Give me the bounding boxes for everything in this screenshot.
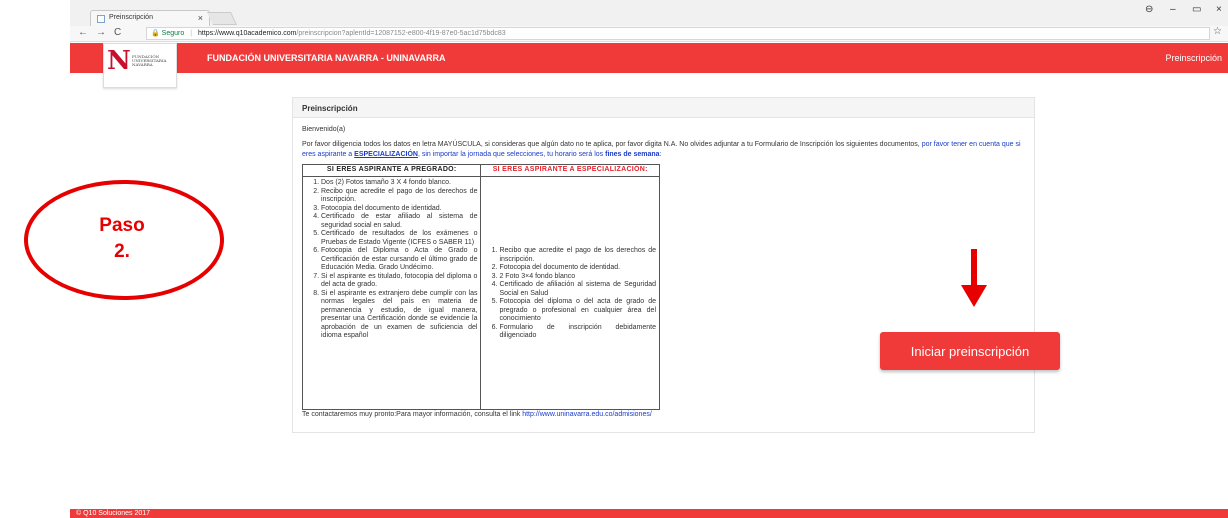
- intro-part-6: :: [659, 150, 662, 158]
- new-tab-button[interactable]: [206, 12, 238, 25]
- requirements-table: SI ERES ASPIRANTE A PREGRADO: SI ERES AS…: [301, 164, 660, 410]
- university-logo[interactable]: N FUNDACIÓN UNIVERSITARIA NAVARRA: [103, 43, 177, 88]
- contact-label: Te contactaremos muy pronto:Para mayor i…: [302, 411, 523, 418]
- browser-toolbar: ← → C 🔒 Seguro | https://www.q10academic…: [70, 26, 1228, 42]
- list-item: Fotocopia del Diploma o Acta de Grado o …: [321, 247, 477, 273]
- address-bar[interactable]: 🔒 Seguro | https://www.q10academico.com/…: [146, 27, 1210, 40]
- pregrado-list: Dos (2) Fotos tamaño 3 X 4 fondo blanco.…: [303, 177, 480, 341]
- list-item: Certificado de estar afiliado al sistema…: [321, 213, 477, 230]
- intro-part-4: , sin importar la jornada que seleccione…: [417, 150, 606, 158]
- list-item: Dos (2) Fotos tamaño 3 X 4 fondo blanco.: [321, 179, 477, 188]
- intro-part-5: fines de semana: [605, 150, 660, 158]
- reload-icon[interactable]: C: [114, 27, 121, 38]
- lock-icon: 🔒: [151, 30, 160, 37]
- window-close-icon[interactable]: ×: [1216, 4, 1222, 15]
- logo-text: FUNDACIÓN UNIVERSITARIA NAVARRA: [132, 54, 167, 67]
- step-annotation-text: Paso 2.: [62, 213, 182, 265]
- list-item: Si el aspirante es extranjero debe cumpl…: [321, 290, 477, 341]
- welcome-text: Bienvenido(a): [302, 126, 346, 133]
- address-separator: |: [190, 30, 193, 37]
- site-header: FUNDACIÓN UNIVERSITARIA NAVARRA - UNINAV…: [70, 43, 1228, 73]
- especializacion-list: Recibo que acredite el pago de los derec…: [481, 245, 659, 341]
- instructions-text: Por favor diligencia todos los datos en …: [302, 140, 1032, 159]
- bookmark-star-icon[interactable]: ☆: [1213, 26, 1222, 37]
- table-header-row: SI ERES ASPIRANTE A PREGRADO: SI ERES AS…: [301, 164, 660, 177]
- list-item: Formulario de inscripción debidamente di…: [499, 324, 656, 341]
- list-item: Si el aspirante es titulado, fotocopia d…: [321, 273, 477, 290]
- step-number: 2.: [114, 241, 130, 262]
- header-especializacion: SI ERES ASPIRANTE A ESPECIALIZACIÓN:: [480, 164, 660, 177]
- site-title: FUNDACIÓN UNIVERSITARIA NAVARRA - UNINAV…: [207, 53, 446, 63]
- browser-tab[interactable]: Preinscripción ×: [90, 10, 210, 26]
- maximize-icon[interactable]: ▭: [1192, 4, 1201, 15]
- url-path: /preinscripcion?aplentId=12087152-e800-4…: [296, 30, 506, 37]
- close-icon[interactable]: ×: [198, 13, 203, 23]
- step-label: Paso: [99, 215, 145, 236]
- back-icon[interactable]: ←: [78, 27, 88, 38]
- page: Preinscripción × ⊖ – ▭ × ← → C 🔒 Seguro …: [0, 0, 1228, 518]
- admissions-link[interactable]: http://www.uninavarra.edu.co/admisiones/: [522, 411, 652, 418]
- page-icon: [97, 15, 105, 23]
- footer: © Q10 Soluciones 2017: [70, 509, 1228, 518]
- profile-icon[interactable]: ⊖: [1145, 4, 1153, 15]
- header-pregrado: SI ERES ASPIRANTE A PREGRADO:: [301, 164, 482, 177]
- especializacion-cell: Recibo que acredite el pago de los derec…: [480, 176, 660, 410]
- preinscription-panel: Preinscripción Bienvenido(a) Por favor d…: [292, 97, 1035, 433]
- down-arrow-icon: [961, 249, 987, 307]
- list-item: Fotocopia del documento de identidad.: [321, 205, 477, 214]
- url-host: https://www.q10academico.com: [197, 30, 297, 37]
- contact-text: Te contactaremos muy pronto:Para mayor i…: [302, 411, 652, 418]
- list-item: Recibo que acredite el pago de los derec…: [321, 188, 477, 205]
- list-item: Recibo que acredite el pago de los derec…: [499, 247, 656, 264]
- tab-title: Preinscripción: [109, 14, 153, 21]
- nav-link-preinscripcion[interactable]: Preinscripción: [1165, 53, 1222, 63]
- minimize-icon[interactable]: –: [1170, 4, 1176, 15]
- logo-letter: N: [107, 46, 131, 76]
- start-preinscription-button[interactable]: Iniciar preinscripción: [880, 332, 1060, 370]
- list-item: Fotocopia del diploma o del acta de grad…: [499, 298, 656, 324]
- list-item: Certificado de afiliación al sistema de …: [499, 281, 656, 298]
- pregrado-cell: Dos (2) Fotos tamaño 3 X 4 fondo blanco.…: [301, 176, 482, 410]
- table-row: Dos (2) Fotos tamaño 3 X 4 fondo blanco.…: [301, 176, 660, 410]
- intro-part-1: Por favor diligencia todos los datos en …: [302, 141, 922, 148]
- forward-icon[interactable]: →: [96, 27, 106, 38]
- intro-part-3: ESPECIALIZACIÓN: [354, 150, 418, 158]
- list-item: Fotocopia del documento de identidad.: [499, 264, 656, 273]
- browser-tabstrip: Preinscripción × ⊖ – ▭ ×: [70, 0, 1228, 26]
- panel-title: Preinscripción: [293, 98, 1034, 118]
- secure-label: Seguro: [161, 30, 185, 37]
- list-item: 2 Foto 3×4 fondo blanco: [499, 273, 656, 282]
- list-item: Certificado de resultados de los exámene…: [321, 230, 477, 247]
